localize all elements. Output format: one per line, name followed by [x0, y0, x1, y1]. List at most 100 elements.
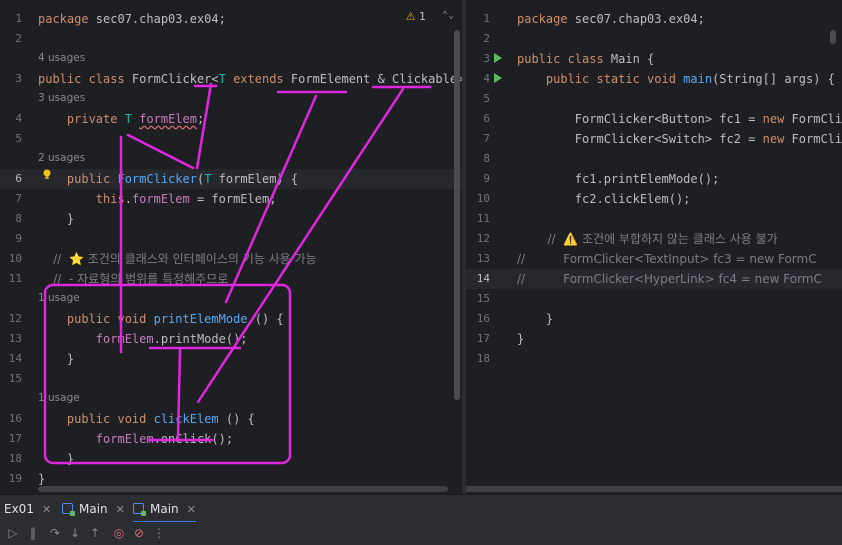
code-text: fc1.printElemMode(); — [517, 169, 720, 189]
mute-breakpoints-icon[interactable]: ⊘ — [132, 526, 146, 540]
left-editor-pane[interactable]: ⚠ 1 ⌃⌄ 1 package sec07.chap03.ex04; 2 4 usa… — [0, 0, 462, 494]
code-line[interactable]: 5 — [0, 129, 462, 149]
right-horizontal-scrollbar[interactable] — [466, 486, 842, 492]
code-line[interactable]: 16 } — [466, 309, 842, 329]
code-line[interactable]: 17 formElem.onClick(); — [0, 429, 462, 449]
code-line[interactable]: 10 // ⭐ 조건의 클래스와 인터페이스의 기능 사용 가능 — [0, 249, 462, 269]
code-line[interactable]: 3 public class FormClicker<T extends Form… — [0, 69, 462, 89]
code-text: private T formElem; — [38, 109, 204, 129]
line-number: 18 — [8, 452, 22, 465]
code-line[interactable]: 7 this.formElem = formElem; — [0, 189, 462, 209]
code-text: // ⭐ 조건의 클래스와 인터페이스의 기능 사용 가능 — [38, 249, 316, 269]
code-text: FormClicker<Switch> fc2 = new FormClicke… — [517, 129, 842, 149]
code-text: package sec07.chap03.ex04; — [38, 9, 226, 29]
code-line[interactable]: 15 — [466, 289, 842, 309]
code-token: FormClicker< — [131, 72, 219, 86]
code-line[interactable]: 11 — [466, 209, 842, 229]
code-line[interactable]: 16 public void clickElem () { — [0, 409, 462, 429]
code-token: FormClicker<Switch> fc2 = — [517, 132, 763, 146]
code-line[interactable]: 13 formElem.printMode(); — [0, 329, 462, 349]
code-line[interactable]: 10 fc2.clickElem(); — [466, 189, 842, 209]
step-into-icon[interactable]: ↓ — [68, 526, 82, 540]
stop-icon[interactable]: ◎ — [112, 526, 126, 540]
more-icon[interactable]: ⋮ — [152, 526, 166, 540]
line-number: 5 — [15, 132, 22, 145]
line-number: 4 — [483, 72, 490, 85]
code-line[interactable]: 1 package sec07.chap03.ex04; — [466, 9, 842, 29]
run-config-icon — [62, 503, 75, 516]
code-token: T — [124, 112, 132, 126]
code-token: . — [124, 192, 132, 206]
code-token: = formElem; — [189, 192, 277, 206]
code-line[interactable]: 6 public FormClicker(T formElem) { — [0, 169, 462, 189]
run-class-icon[interactable] — [494, 53, 502, 63]
code-line[interactable]: 2 — [466, 29, 842, 49]
line-number: 17 — [8, 432, 22, 445]
tab-main-2[interactable]: Main ✕ — [133, 495, 196, 523]
line-number: 12 — [8, 312, 22, 325]
usage-hint[interactable]: 4 usages — [38, 52, 85, 64]
code-line[interactable]: 5 — [466, 89, 842, 109]
code-text: } — [38, 449, 74, 469]
code-text: // - 자료형의 범위를 특정해주므로 — [38, 269, 228, 289]
line-number: 13 — [476, 252, 490, 265]
code-text: } — [517, 329, 524, 349]
lightbulb-icon[interactable] — [42, 169, 52, 180]
code-line[interactable]: 15 — [0, 369, 462, 389]
pause-icon[interactable]: ‖ — [26, 526, 40, 540]
line-number: 11 — [476, 212, 490, 225]
right-vertical-scrollbar[interactable] — [830, 30, 836, 44]
code-line[interactable]: 1 package sec07.chap03.ex04; — [0, 9, 462, 29]
code-token: T — [218, 72, 226, 86]
code-line[interactable]: 17} — [466, 329, 842, 349]
code-text: this.formElem = formElem; — [38, 189, 277, 209]
left-horizontal-scrollbar[interactable] — [38, 486, 448, 492]
code-line[interactable]: 11 // - 자료형의 범위를 특정해주므로 — [0, 269, 462, 289]
code-line[interactable]: 14 } — [0, 349, 462, 369]
left-vertical-scrollbar[interactable] — [454, 30, 460, 400]
usage-hint[interactable]: 1 usage — [38, 292, 80, 304]
code-token: public class — [517, 52, 611, 66]
run-main-icon[interactable] — [494, 73, 502, 83]
step-out-icon[interactable]: ↑ — [88, 526, 102, 540]
code-token: } — [517, 332, 525, 346]
close-icon[interactable]: ✕ — [116, 503, 125, 516]
code-token: .onClick(); — [153, 432, 234, 446]
code-line[interactable]: 8 } — [0, 209, 462, 229]
line-number: 8 — [15, 212, 22, 225]
code-line[interactable]: 18 — [466, 349, 842, 369]
code-line[interactable]: 8 — [466, 149, 842, 169]
code-line[interactable]: 12 public void printElemMode () { — [0, 309, 462, 329]
usage-hint[interactable]: 1 usage — [38, 392, 80, 404]
code-token: extends — [225, 72, 291, 86]
code-line[interactable]: 14 // FormClicker<HyperLink> fc4 = new Fo… — [466, 269, 842, 289]
code-text: formElem.printMode(); — [38, 329, 248, 349]
code-line[interactable]: 2 — [0, 29, 462, 49]
usage-hint[interactable]: 3 usages — [38, 92, 85, 104]
code-line[interactable]: 6 FormClicker<Button> fc1 = new FormClic… — [466, 109, 842, 129]
code-token: formElem — [38, 332, 154, 346]
usage-hint[interactable]: 2 usages — [38, 152, 85, 164]
code-token: // FormClicker<TextInput> fc3 = new Form… — [517, 252, 817, 266]
right-editor-pane[interactable]: 1 package sec07.chap03.ex04; 2 3 public clas… — [466, 0, 842, 494]
code-token: } — [517, 312, 554, 326]
code-line[interactable]: 18 } — [0, 449, 462, 469]
step-over-icon[interactable]: ↷ — [48, 526, 62, 540]
code-line[interactable]: 3 public class Main { — [466, 49, 842, 69]
code-line[interactable]: 4 private T formElem; — [0, 109, 462, 129]
code-line[interactable]: 12 // ⚠️ 조건에 부합하지 않는 클래스 사용 불가 — [466, 229, 842, 249]
code-token: package — [517, 12, 575, 26]
code-line[interactable]: 4 public static void main(String[] args)… — [466, 69, 842, 89]
code-line[interactable]: 9 fc1.printElemMode(); — [466, 169, 842, 189]
close-icon[interactable]: ✕ — [42, 503, 51, 516]
code-line[interactable]: 13 // FormClicker<TextInput> fc3 = new Fo… — [466, 249, 842, 269]
close-icon[interactable]: ✕ — [187, 503, 196, 516]
code-token: FormClicker — [791, 132, 842, 146]
tab-ex01[interactable]: Ex01 ✕ — [4, 495, 51, 523]
code-line[interactable]: 9 — [0, 229, 462, 249]
code-line[interactable]: 7 FormClicker<Switch> fc2 = new FormClic… — [466, 129, 842, 149]
resume-icon[interactable]: ▷ — [6, 526, 20, 540]
tab-main-1[interactable]: Main ✕ — [62, 495, 125, 523]
code-token: formElem — [131, 192, 190, 206]
line-number: 18 — [476, 352, 490, 365]
